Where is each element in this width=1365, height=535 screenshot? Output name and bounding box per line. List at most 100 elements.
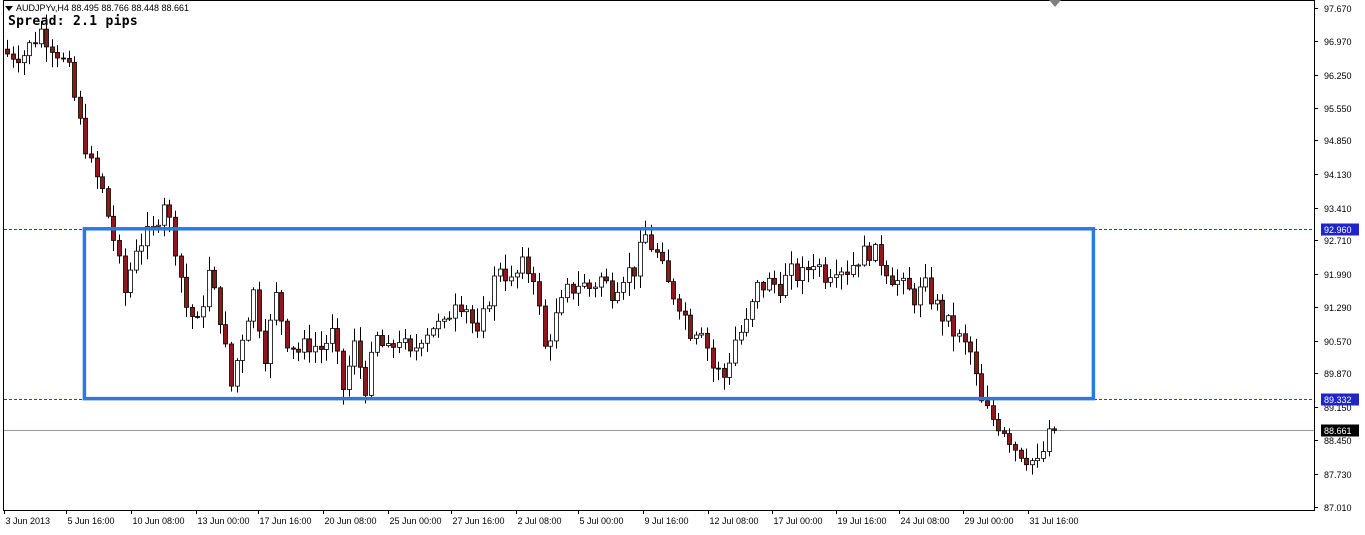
price-tick-label: 94.130 <box>1324 170 1352 180</box>
price-tick-label: 95.550 <box>1324 104 1352 114</box>
candle-body <box>856 264 861 267</box>
candle-body <box>694 334 699 339</box>
candle-body <box>526 256 531 275</box>
time-tick-label: 2 Jul 08:00 <box>518 516 562 526</box>
candle-body <box>834 274 839 279</box>
candle-body <box>285 320 290 349</box>
candle-body <box>655 249 660 253</box>
candle-body <box>559 297 564 314</box>
candle-body <box>1007 433 1012 445</box>
candle-body <box>33 42 38 45</box>
candle-body <box>1013 444 1018 451</box>
candle-body <box>1041 451 1046 459</box>
candle-body <box>515 272 520 278</box>
candle-body <box>901 277 906 281</box>
candle-body <box>453 304 458 319</box>
candle-body <box>386 343 391 347</box>
candle-body <box>621 281 626 293</box>
candle-body <box>711 347 716 369</box>
candle-body <box>442 318 447 322</box>
candle-body <box>873 244 878 261</box>
time-tick-label: 5 Jun 16:00 <box>68 516 115 526</box>
spread-label: Spread: 2.1 pips <box>8 14 139 29</box>
candle-body <box>979 373 984 402</box>
price-tick-label: 96.250 <box>1324 71 1352 81</box>
price-label-89.332: 89.332 <box>1324 395 1352 405</box>
candle-body <box>257 289 262 332</box>
chart-shift-marker-icon[interactable] <box>1049 0 1061 7</box>
candle-body <box>375 335 380 353</box>
candle-body <box>548 340 553 347</box>
candle-body <box>195 316 200 318</box>
candle-body <box>733 339 738 364</box>
candle-body <box>498 268 503 277</box>
time-tick-label: 13 Jun 00:00 <box>198 516 250 526</box>
chart-canvas[interactable]: 97.670 96.970 96.250 95.550 94.850 94.130 93.4… <box>0 0 1365 530</box>
candle-body <box>179 255 184 278</box>
candle-body <box>302 338 307 353</box>
candle-body <box>268 319 273 365</box>
candle-body <box>274 292 279 321</box>
candle-body <box>403 338 408 343</box>
candle-body <box>218 287 223 326</box>
candle-body <box>425 334 430 344</box>
price-tick-label: 88.450 <box>1324 436 1352 446</box>
candle-body <box>201 306 206 318</box>
price-tick-label: 93.410 <box>1324 204 1352 214</box>
price-chart[interactable]: 97.670 96.970 96.250 95.550 94.850 94.130 93.4… <box>0 0 1365 530</box>
candle-body <box>341 350 346 391</box>
time-tick-label: 19 Jul 16:00 <box>838 516 887 526</box>
candle-body <box>100 176 105 190</box>
candle-body <box>845 271 850 275</box>
time-axis[interactable]: 3 Jun 2013 5 Jun 16:00 10 Jun 08:00 13 Jun … <box>4 510 1079 526</box>
candle-body <box>190 306 195 317</box>
price-tick-label: 87.010 <box>1324 503 1352 513</box>
time-tick-label: 31 Jul 16:00 <box>1030 516 1079 526</box>
time-tick-label: 20 Jun 08:00 <box>325 516 377 526</box>
candle-body <box>946 315 951 322</box>
candle-body <box>487 305 492 310</box>
time-tick-label: 25 Jun 00:00 <box>390 516 442 526</box>
candle-body <box>963 333 968 343</box>
candle-body <box>436 320 441 330</box>
candle-body <box>957 333 962 337</box>
price-tick-label: 87.730 <box>1324 470 1352 480</box>
candle-body <box>223 324 228 345</box>
candle-body <box>705 332 710 349</box>
candle-body <box>27 42 32 57</box>
candle-body <box>565 283 570 299</box>
candle-body <box>363 366 368 396</box>
time-tick-label: 10 Jun 08:00 <box>133 516 185 526</box>
candle-body <box>319 345 324 350</box>
candle-body <box>447 317 452 320</box>
time-tick-label: 17 Jun 16:00 <box>260 516 312 526</box>
candle-body <box>89 153 94 159</box>
candle-body <box>587 282 592 289</box>
time-tick-label: 17 Jul 00:00 <box>774 516 823 526</box>
candle-body <box>291 347 296 350</box>
price-tick-label: 91.990 <box>1324 270 1352 280</box>
candle-body <box>867 245 872 261</box>
price-axis[interactable]: 97.670 96.970 96.250 95.550 94.850 94.130 93.4… <box>1314 4 1359 513</box>
candle-body <box>1024 457 1029 466</box>
candle-body <box>811 266 816 271</box>
candle-body <box>750 301 755 320</box>
candle-body <box>475 322 480 332</box>
candle-body <box>380 335 385 347</box>
time-tick-label: 29 Jul 00:00 <box>965 516 1014 526</box>
price-tick-label: 89.870 <box>1324 369 1352 379</box>
time-tick-label: 9 Jul 16:00 <box>645 516 689 526</box>
candle-body <box>800 267 805 281</box>
symbol-label: AUDJPYv,H4 <box>16 3 69 13</box>
candle-body <box>576 285 581 294</box>
time-tick-label: 3 Jun 2013 <box>6 516 51 526</box>
candle-body <box>358 340 363 368</box>
candle-body <box>352 340 357 367</box>
candle-body <box>246 320 251 341</box>
chart-header: AUDJPYv,H4 88.495 88.766 88.448 88.661 <box>0 3 189 13</box>
candle-body <box>918 286 923 306</box>
chart-menu-triangle-icon[interactable] <box>5 5 13 11</box>
candle <box>285 318 290 353</box>
candle-body <box>649 234 654 251</box>
candle-body <box>604 276 609 282</box>
